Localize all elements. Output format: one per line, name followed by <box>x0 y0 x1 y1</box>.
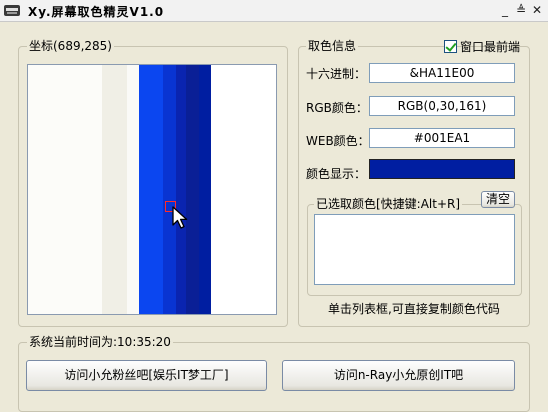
preview-color-strip <box>139 65 163 314</box>
web-label: WEB颜色： <box>306 134 370 148</box>
rgb-value-field[interactable]: RGB(0,30,161) <box>369 96 515 116</box>
coordinate-legend: 坐标(689,285) <box>27 39 114 53</box>
magnifier-preview <box>27 64 277 315</box>
preview-color-strip <box>28 65 102 314</box>
window-title: Xy.屏幕取色精灵V1.0 <box>28 5 165 19</box>
mouse-pointer-icon <box>172 206 188 229</box>
visit-fan-bar-button[interactable]: 访问小允粉丝吧[娱乐IT梦工厂] <box>26 360 267 391</box>
preview-color-strip <box>176 65 186 314</box>
selected-colors-legend: 已选取颜色[快捷键:Alt+R] <box>314 197 463 211</box>
color-display-swatch <box>369 159 515 179</box>
close-button[interactable]: ✕ <box>530 3 544 18</box>
selected-colors-list[interactable] <box>314 214 515 285</box>
always-on-top-label: 窗口最前端 <box>460 40 521 54</box>
preview-color-strip <box>199 65 211 314</box>
hex-value-field[interactable]: &HA11E00 <box>369 63 515 83</box>
visit-nray-bar-button[interactable]: 访问n-Ray小允原创IT吧 <box>282 360 515 391</box>
hex-label: 十六进制： <box>306 67 367 81</box>
clear-button[interactable]: 清空 <box>481 191 515 208</box>
preview-color-strip <box>186 65 199 314</box>
always-on-top-checkbox[interactable] <box>444 40 457 53</box>
window-client: 坐标(689,285) 取色信息 窗口最前端 十六进制： &HA11E00 RG… <box>0 22 548 412</box>
color-info-legend: 取色信息 <box>306 39 359 53</box>
copy-hint-text: 单击列表框,可直接复制颜色代码 <box>328 302 500 316</box>
preview-color-strip <box>163 65 176 314</box>
minimize-button[interactable]: _ <box>498 3 512 18</box>
web-value-field[interactable]: #001EA1 <box>369 128 515 148</box>
preview-color-strip <box>211 65 276 314</box>
restore-button[interactable]: ≜ <box>514 3 528 18</box>
app-icon <box>4 5 20 16</box>
preview-color-strip <box>102 65 127 314</box>
preview-color-strip <box>127 65 139 314</box>
title-bar: Xy.屏幕取色精灵V1.0 _ ≜ ✕ <box>0 0 548 22</box>
rgb-label: RGB颜色： <box>306 101 368 115</box>
system-time-legend: 系统当前时间为:10:35:20 <box>27 335 173 349</box>
color-display-label: 颜色显示： <box>306 167 367 181</box>
